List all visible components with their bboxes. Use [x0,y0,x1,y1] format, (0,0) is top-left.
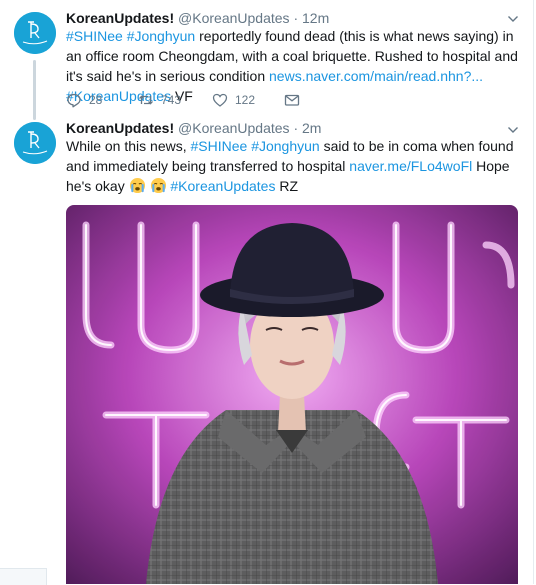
username[interactable]: @KoreanUpdates [178,120,290,136]
envelope-icon [284,94,300,106]
heart-icon [212,93,228,107]
tweet-text-segment: RZ [275,178,299,194]
bottom-left-panel-edge [0,568,47,585]
display-name[interactable]: KoreanUpdates! [66,120,174,136]
crying-face-icon [129,177,145,194]
profile-avatar[interactable] [14,122,56,164]
tweet[interactable]: KoreanUpdates! @KoreanUpdates · 12m #SHI… [0,0,533,120]
avatar-logo-icon [14,122,56,164]
tweet-header: KoreanUpdates! @KoreanUpdates · 12m [66,9,329,27]
reply-button[interactable]: 28 [66,92,102,108]
url-link[interactable]: naver.me/FLo4woFl [349,158,472,174]
reply-icon [67,93,81,108]
separator-dot: · [293,10,299,26]
chevron-down-icon[interactable] [507,13,519,25]
separator-dot: · [293,120,299,136]
tweet-text: While on this news, #SHINee #Jonghyun sa… [66,136,522,196]
like-button[interactable]: 122 [212,92,255,108]
chevron-down-icon[interactable] [507,124,519,136]
photo-image [66,205,518,584]
hashtag-link[interactable]: #SHINee #Jonghyun [66,28,195,44]
profile-avatar[interactable] [14,12,56,54]
username[interactable]: @KoreanUpdates [178,10,290,26]
reply-count: 28 [89,93,103,107]
tweet[interactable]: KoreanUpdates! @KoreanUpdates · 2m While… [0,118,533,584]
url-link[interactable]: news.naver.com/main/read.nhn?... [269,68,483,84]
like-count: 122 [235,93,256,107]
retweet-icon [139,95,153,105]
hashtag-link[interactable]: #KoreanUpdates [170,178,275,194]
timeline: KoreanUpdates! @KoreanUpdates · 12m #SHI… [0,0,534,585]
hashtag-link[interactable]: #SHINee #Jonghyun [191,138,320,154]
avatar-logo-icon [14,12,56,54]
timestamp[interactable]: 2m [302,120,321,136]
direct-message-button[interactable] [284,92,300,108]
crying-face-icon [150,177,166,194]
timestamp[interactable]: 12m [302,10,329,26]
tweet-header: KoreanUpdates! @KoreanUpdates · 2m [66,119,321,137]
tweet-text-segment: While on this news, [66,138,191,154]
thread-line [33,60,36,120]
display-name[interactable]: KoreanUpdates! [66,10,174,26]
retweet-count: 743 [161,93,182,107]
retweet-button[interactable]: 743 [138,92,181,108]
tweet-photo[interactable] [66,205,518,584]
